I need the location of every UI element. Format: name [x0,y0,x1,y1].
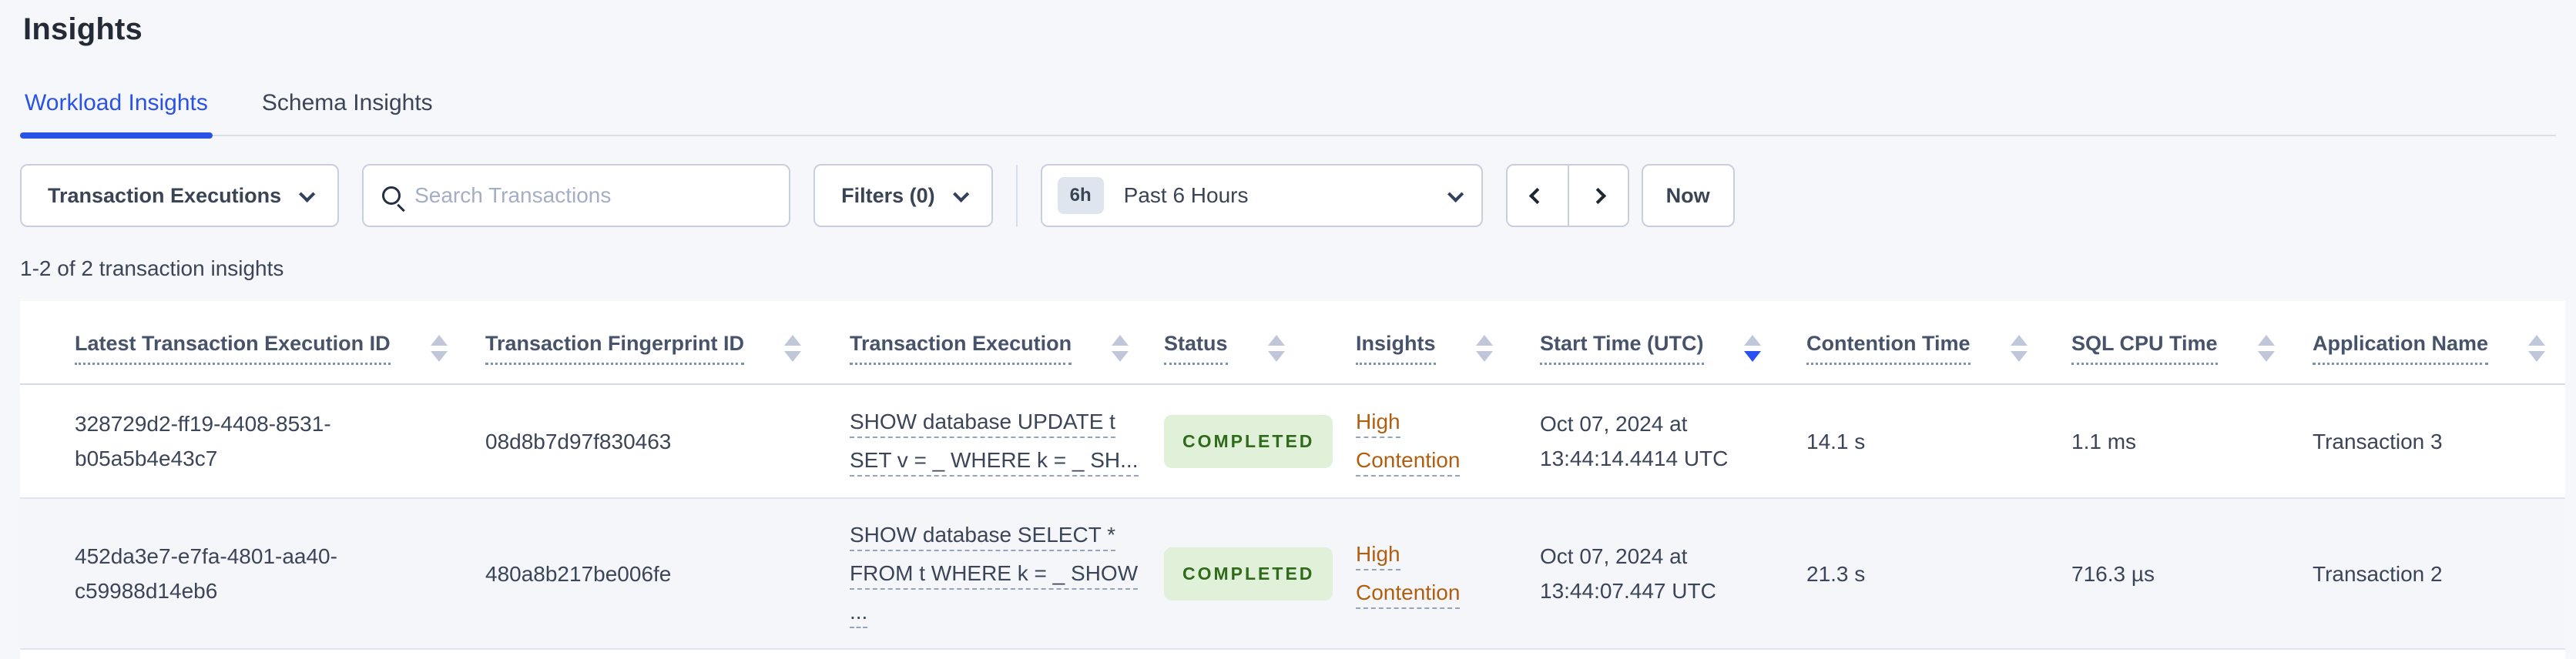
column-header-contention-time: Contention Time [1806,301,2071,385]
cell-fingerprint-id: 08d8b7d97f830463 [485,384,850,499]
now-button[interactable]: Now [1641,164,1735,227]
filters-dropdown-label: Filters (0) [841,183,935,207]
cell-execution-id: 452da3e7-e7fa-4801-aa40- c59988d14eb6 [20,498,485,650]
insight-link[interactable]: Contention [1356,448,1461,477]
cell-execution-id: 328729d2-ff19-4408-8531- b05a5b4e43c7 [20,384,485,499]
sort-control[interactable] [430,335,448,362]
sort-control[interactable] [1112,335,1129,362]
sort-control-active[interactable] [1743,335,1761,362]
cell-transaction-execution: SHOW database UPDATE t SET v = _ WHERE k… [850,384,1164,499]
now-button-label: Now [1665,183,1710,207]
sort-up-icon [2257,335,2275,346]
sort-up-icon [1267,335,1285,346]
sort-up-icon [784,335,802,346]
sort-down-icon [2528,351,2546,362]
chevron-right-icon [1590,187,1607,204]
query-link[interactable]: SHOW database SELECT * [850,523,1115,551]
cell-application-name: Transaction 3 [2313,384,2565,499]
cell-status: COMPLETED [1164,498,1356,650]
cell-transaction-execution: SHOW database SELECT * FROM t WHERE k = … [850,498,1164,650]
sort-up-icon [1475,335,1493,346]
sort-control[interactable] [784,335,802,362]
sort-up-icon [2010,335,2028,346]
filters-dropdown[interactable]: Filters (0) [813,164,993,227]
search-input[interactable] [414,183,771,208]
toolbar-divider [1015,165,1018,226]
sort-control[interactable] [2010,335,2028,362]
execution-type-dropdown-label: Transaction Executions [48,183,282,207]
chevron-down-icon [1447,186,1464,202]
cell-application-name: Transaction 2 [2313,498,2565,650]
sort-control[interactable] [2528,335,2546,362]
time-range-badge: 6h [1057,177,1104,214]
search-box [362,164,791,227]
column-header-insights: Insights [1356,301,1540,385]
status-badge: COMPLETED [1164,547,1333,600]
time-range-select[interactable]: 6h Past 6 Hours [1040,164,1483,227]
cell-contention-time: 14.1 s [1806,384,2071,499]
sort-down-icon [1475,351,1493,362]
time-step-back-button[interactable] [1507,166,1568,226]
insight-link[interactable]: Contention [1356,580,1461,609]
cell-start-time: Oct 07, 2024 at 13:44:14.4414 UTC [1540,384,1806,499]
time-step-forward-button[interactable] [1567,166,1628,226]
sort-down-icon [430,351,448,362]
cell-insights: High Contention [1356,498,1540,650]
cell-status: COMPLETED [1164,384,1356,499]
tab-bar: Workload Insights Schema Insights [20,90,2556,139]
cell-fingerprint-id: 480a8b217be006fe [485,498,850,650]
cell-start-time: Oct 07, 2024 at 13:44:07.447 UTC [1540,498,1806,650]
time-step-buttons [1505,164,1629,227]
cell-insights: High Contention [1356,384,1540,499]
column-header-application-name: Application Name [2313,301,2565,385]
status-badge: COMPLETED [1164,414,1333,468]
column-header-sql-cpu-time: SQL CPU Time [2071,301,2313,385]
page-title: Insights [23,12,143,46]
column-header-latest-transaction-execution-id: Latest Transaction Execution ID [20,301,485,385]
column-header-start-time: Start Time (UTC) [1540,301,1806,385]
insight-link[interactable]: High [1356,542,1400,570]
toolbar: Transaction Executions Filters (0) 6h Pa… [20,164,2576,227]
column-header-status: Status [1164,301,1356,385]
chevron-left-icon [1529,187,1546,204]
insights-table-card: Latest Transaction Execution ID Transact… [20,301,2565,659]
tab-workload-insights[interactable]: Workload Insights [20,90,213,139]
query-link[interactable]: ... [850,600,868,628]
query-link[interactable]: SHOW database UPDATE t [850,410,1115,438]
query-link[interactable]: SET v = _ WHERE k = _ SH... [850,448,1139,477]
tab-schema-insights[interactable]: Schema Insights [257,90,438,135]
table-row: 328729d2-ff19-4408-8531- b05a5b4e43c7 08… [20,384,2565,499]
sort-down-icon [2257,351,2275,362]
sort-up-icon [1112,335,1129,346]
sort-control[interactable] [1475,335,1493,362]
query-link[interactable]: FROM t WHERE k = _ SHOW [850,561,1139,590]
column-header-transaction-execution: Transaction Execution [850,301,1164,385]
table-header-row: Latest Transaction Execution ID Transact… [20,301,2565,385]
results-count: 1-2 of 2 transaction insights [20,256,284,280]
time-range-label: Past 6 Hours [1123,183,1249,207]
sort-down-icon [1112,351,1129,362]
sort-down-icon [784,351,802,362]
chevron-down-icon [299,186,316,202]
execution-type-dropdown[interactable]: Transaction Executions [20,164,340,227]
chevron-down-icon [952,186,969,202]
sort-up-icon [1743,335,1761,346]
sort-down-icon-active [1743,351,1761,362]
insight-link[interactable]: High [1356,410,1400,438]
sort-up-icon [430,335,448,346]
sort-down-icon [2010,351,2028,362]
sort-up-icon [2528,335,2546,346]
column-header-transaction-fingerprint-id: Transaction Fingerprint ID [485,301,850,385]
cell-contention-time: 21.3 s [1806,498,2071,650]
transaction-insights-table: Latest Transaction Execution ID Transact… [20,301,2565,650]
table-row: 452da3e7-e7fa-4801-aa40- c59988d14eb6 48… [20,498,2565,650]
search-icon [382,186,401,205]
cell-sql-cpu-time: 1.1 ms [2071,384,2313,499]
sort-down-icon [1267,351,1285,362]
sort-control[interactable] [1267,335,1285,362]
cell-sql-cpu-time: 716.3 µs [2071,498,2313,650]
sort-control[interactable] [2257,335,2275,362]
